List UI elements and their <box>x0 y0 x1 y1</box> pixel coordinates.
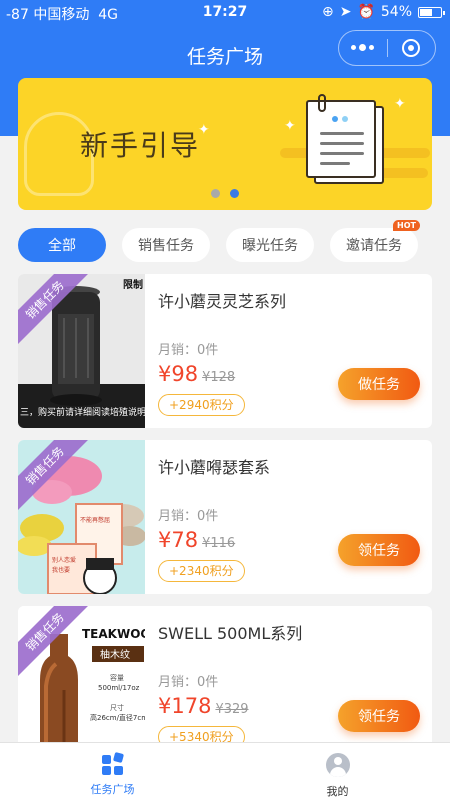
product-title: SWELL 500ML系列 <box>158 624 303 643</box>
battery-icon <box>418 6 445 18</box>
sparkle-icon: ✦ <box>394 96 406 112</box>
image-caption: 尺寸 <box>110 703 124 712</box>
product-title: 许小蘑嘚瑟套系 <box>158 458 271 477</box>
image-caption: 不能再憋屈 <box>80 516 110 524</box>
task-filter-tabs: 全部 销售任务 曝光任务 邀请任务 HOT <box>18 220 432 262</box>
hot-badge: HOT <box>393 220 420 231</box>
points-badge: +2940积分 <box>158 394 245 416</box>
image-caption: 我也要 <box>52 566 70 574</box>
filter-tab[interactable]: 邀请任务 HOT <box>330 220 420 262</box>
task-card[interactable]: 不能再憋屈 别人恋爱 我也要 销售任务 许小蘑嘚瑟套系 月销：0件 ¥78 ¥1… <box>18 440 432 594</box>
sparkle-icon: ✦ <box>284 118 296 134</box>
monthly-sales: 月销：0件 <box>158 675 219 690</box>
image-caption: 500ml/17oz <box>98 684 140 692</box>
bottom-tab-bar: 任务广场 我的 <box>0 742 450 800</box>
more-button[interactable] <box>339 31 387 65</box>
battery-percent: 54% <box>380 4 412 20</box>
more-dots-icon <box>351 44 375 51</box>
rotation-lock-icon: ⊕ <box>321 4 334 20</box>
product-image: 不能再憋屈 别人恋爱 我也要 销售任务 <box>18 440 145 594</box>
image-caption: 高26cm/直径7cm <box>90 713 145 722</box>
user-icon <box>325 753 350 777</box>
grid-icon <box>101 751 124 775</box>
image-caption: 限制 <box>123 278 143 291</box>
filter-tab-label: 销售任务 <box>138 238 194 254</box>
status-icons: ⊕ ➤ ⏰ 54% <box>321 4 445 20</box>
current-price: ¥178 <box>158 694 212 718</box>
price-group: ¥178 ¥329 <box>158 694 249 718</box>
task-card[interactable]: 限制 三，购买前请详细阅读培殖说明 销售任务 许小蘑灵灵芝系列 月销：0件 ¥9… <box>18 274 432 428</box>
filter-tab-label: 曝光任务 <box>242 238 298 254</box>
close-mini-program-button[interactable] <box>388 31 436 65</box>
image-caption: 容量 <box>110 673 124 682</box>
document-icon <box>306 94 384 184</box>
tabbar-label: 任务广场 <box>90 783 135 796</box>
carousel-dot[interactable] <box>230 189 239 198</box>
task-action-button[interactable]: 做任务 <box>338 368 420 400</box>
original-price: ¥128 <box>202 370 236 385</box>
guide-banner[interactable]: 新手引导 ✦ ✦ ✦ ● <box>18 78 432 210</box>
filter-tab[interactable]: 全部 <box>18 228 106 262</box>
product-title: 许小蘑灵灵芝系列 <box>158 292 287 311</box>
filter-tab-label: 邀请任务 <box>346 238 402 254</box>
current-price: ¥98 <box>158 362 199 386</box>
status-bar: -87 中国移动 4G 17:27 ⊕ ➤ ⏰ 54% <box>0 0 450 26</box>
task-action-button[interactable]: 领任务 <box>338 700 420 732</box>
tabbar-label: 我的 <box>326 785 349 798</box>
task-action-button[interactable]: 领任务 <box>338 534 420 566</box>
tabbar-item-mine[interactable]: 我的 <box>225 743 450 800</box>
carousel-dot[interactable] <box>211 189 220 198</box>
current-price: ¥78 <box>158 528 199 552</box>
alarm-icon: ⏰ <box>357 4 375 20</box>
image-caption: 柚木纹 <box>100 648 130 661</box>
filter-tab[interactable]: 曝光任务 <box>226 228 314 262</box>
image-caption: 别人恋爱 <box>52 556 76 564</box>
monthly-sales: 月销：0件 <box>158 343 219 358</box>
points-badge: +2340积分 <box>158 560 245 582</box>
monthly-sales: 月销：0件 <box>158 509 219 524</box>
image-caption: TEAKWOO <box>82 627 145 641</box>
banner-title: 新手引导 <box>80 129 201 162</box>
price-group: ¥98 ¥128 <box>158 362 235 386</box>
filter-tab[interactable]: 销售任务 <box>122 228 210 262</box>
battery-fill <box>420 8 432 16</box>
tabbar-item-task-square[interactable]: 任务广场 <box>0 743 225 800</box>
mini-program-capsule <box>338 30 436 66</box>
carousel-indicators <box>18 189 432 198</box>
image-caption: 三，购买前请详细阅读培殖说明 <box>20 406 145 418</box>
product-image: TEAKWOO 柚木纹 容量 500ml/17oz 尺寸 高26cm/直径7cm… <box>18 606 145 760</box>
task-card[interactable]: TEAKWOO 柚木纹 容量 500ml/17oz 尺寸 高26cm/直径7cm… <box>18 606 432 760</box>
original-price: ¥329 <box>215 702 249 717</box>
target-icon <box>402 39 421 57</box>
sparkle-icon: ✦ <box>198 122 210 138</box>
product-image: 限制 三，购买前请详细阅读培殖说明 销售任务 <box>18 274 145 428</box>
filter-tab-label: 全部 <box>48 238 76 254</box>
location-icon: ➤ <box>339 4 352 20</box>
original-price: ¥116 <box>202 536 236 551</box>
price-group: ¥78 ¥116 <box>158 528 235 552</box>
